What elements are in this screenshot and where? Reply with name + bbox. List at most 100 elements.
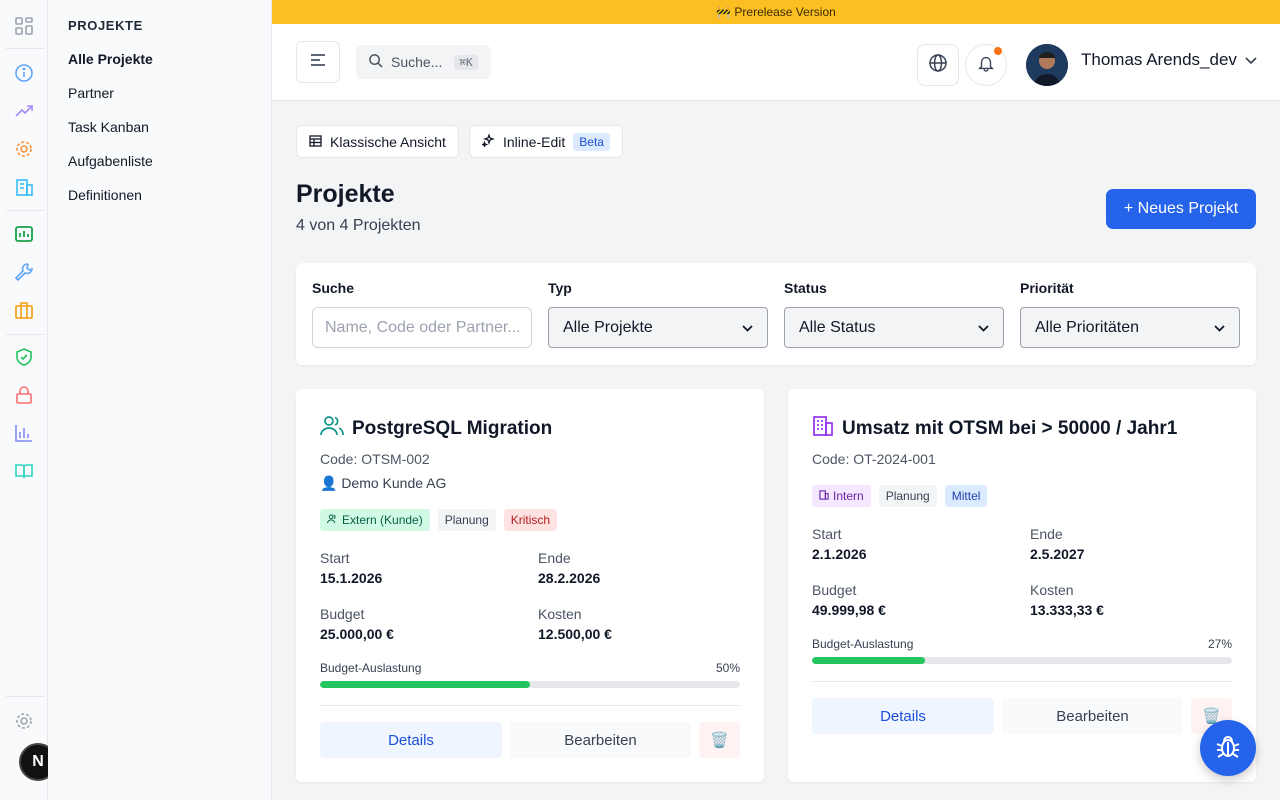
type-select[interactable]: Alle Projekte [548,307,768,348]
costs-label: Kosten [538,606,582,622]
start-field: Start 2.1.2026 [812,526,867,562]
subnav-item-definitionen[interactable]: Definitionen [68,187,142,203]
search-label: Suche... [391,54,443,70]
delete-button[interactable]: 🗑️ [699,722,740,758]
building-icon [819,489,829,503]
top-bar: Suche... ⌘K Thomas Arends_dev [272,24,1280,101]
language-button[interactable] [917,44,959,86]
menu-toggle-button[interactable] [296,41,340,83]
search-shortcut: ⌘K [454,54,478,70]
type-badge-label: Intern [833,489,864,503]
edit-button[interactable]: Bearbeiten [1002,698,1183,734]
costs-value: 12.500,00 € [538,626,612,642]
project-title-text: Umsatz mit OTSM bei > 50000 / Jahr1 [842,418,1178,439]
menu-icon [310,53,326,72]
inline-edit-button[interactable]: Inline-Edit Beta [469,125,623,158]
user-name: Thomas Arends_dev [1081,50,1237,69]
users-icon [320,415,344,443]
info-icon[interactable] [12,61,36,85]
costs-field: Kosten 13.333,33 € [1030,582,1104,618]
building-icon [812,415,834,443]
chevron-down-icon [1245,50,1257,70]
start-value: 15.1.2026 [320,570,383,586]
budget-field: Budget 25.000,00 € [320,606,394,642]
end-label: Ende [1030,526,1063,542]
costs-value: 13.333,33 € [1030,602,1104,618]
budget-value: 25.000,00 € [320,626,394,642]
end-field: Ende 2.5.2027 [1030,526,1085,562]
details-button[interactable]: Details [320,722,502,758]
project-badges: Intern Planung Mittel [812,485,988,507]
book-icon[interactable] [12,459,36,483]
globe-icon [928,53,948,78]
project-count: 4 von 4 Projekten [296,217,421,234]
nextjs-label: N [32,753,44,770]
subnav-item-aufgabenliste[interactable]: Aufgabenliste [68,153,153,169]
type-badge-label: Extern (Kunde) [342,513,423,527]
grid-icon[interactable] [12,14,36,38]
type-select-value: Alle Projekte [563,318,653,336]
utilization-fill [812,657,926,664]
subnav-item-task-kanban[interactable]: Task Kanban [68,119,149,135]
status-select[interactable]: Alle Status [784,307,1004,348]
trending-up-icon[interactable] [12,99,36,123]
filter-priority-label: Priorität [1020,280,1074,296]
prerelease-banner: 🚧 Prerelease Version [272,0,1280,24]
classic-view-button[interactable]: Klassische Ansicht [296,125,459,158]
budget-value: 49.999,98 € [812,602,886,618]
details-button[interactable]: Details [812,698,994,734]
classic-view-label: Klassische Ansicht [330,133,446,150]
settings-icon[interactable] [12,709,36,733]
project-code: Code: OTSM-002 [320,451,430,467]
bug-report-button[interactable] [1200,720,1256,776]
gear-icon[interactable] [12,137,36,161]
filter-type-group: Typ Alle Projekte [548,280,768,348]
briefcase-icon[interactable] [12,298,36,322]
new-project-button[interactable]: + Neues Projekt [1106,189,1256,229]
budget-label: Budget [320,606,365,622]
filter-search-group: Suche [312,280,532,348]
global-search-button[interactable]: Suche... ⌘K [356,45,491,79]
status-select-value: Alle Status [799,318,876,336]
project-code: Code: OT-2024-001 [812,451,936,467]
end-value: 2.5.2027 [1030,546,1085,562]
main-content: 🚧 Prerelease Version Suche... ⌘K Thomas … [272,0,1280,800]
inline-edit-label: Inline-Edit [503,133,566,150]
utilization-bar [812,657,1232,664]
status-badge: Planung [878,485,937,507]
lock-icon[interactable] [12,383,36,407]
status-badge: Planung [437,509,496,531]
project-partner: 👤 Demo Kunde AG [320,475,447,491]
end-value: 28.2.2026 [538,570,601,586]
icon-rail [0,0,48,800]
user-menu-button[interactable]: Thomas Arends_dev [1081,50,1257,70]
priority-select-value: Alle Prioritäten [1035,318,1140,336]
card-divider [320,705,740,706]
search-input[interactable] [312,307,532,348]
notifications-button[interactable] [965,44,1007,86]
project-title: Umsatz mit OTSM bei > 50000 / Jahr1 [812,415,1177,443]
wrench-icon[interactable] [12,260,36,284]
budget-field: Budget 49.999,98 € [812,582,886,618]
chevron-down-icon [742,319,753,337]
start-label: Start [812,526,842,542]
end-field: Ende 28.2.2026 [538,550,600,586]
start-value: 2.1.2026 [812,546,867,562]
filter-status-group: Status Alle Status [784,280,1004,348]
project-card: PostgreSQL Migration Code: OTSM-002 👤 De… [296,389,764,782]
start-field: Start 15.1.2026 [320,550,382,586]
budget-label: Budget [812,582,857,598]
building-icon[interactable] [12,175,36,199]
type-badge: Intern [812,485,871,507]
shield-check-icon[interactable] [12,345,36,369]
subnav-item-alle-projekte[interactable]: Alle Projekte [68,51,153,67]
subnav-item-partner[interactable]: Partner [68,85,114,101]
edit-button[interactable]: Bearbeiten [510,722,691,758]
project-card: Umsatz mit OTSM bei > 50000 / Jahr1 Code… [788,389,1256,782]
priority-select[interactable]: Alle Prioritäten [1020,307,1240,348]
bar-chart-icon[interactable] [12,421,36,445]
project-title-text: PostgreSQL Migration [352,418,553,439]
utilization-label: Budget-Auslastung [320,661,422,675]
chart-icon[interactable] [12,222,36,246]
avatar[interactable] [1026,44,1068,86]
